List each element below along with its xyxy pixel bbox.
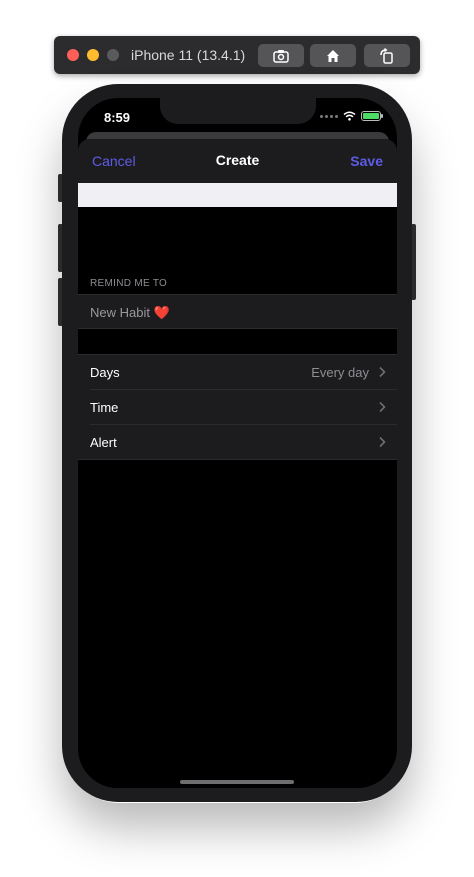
close-window-button[interactable] xyxy=(67,49,79,61)
chevron-right-icon xyxy=(379,366,386,378)
camera-icon xyxy=(273,49,289,63)
habit-name-group xyxy=(78,294,397,329)
phone-screen: 8:59 Cancel Create Save REMIND ME TO Day… xyxy=(78,98,397,788)
home-indicator[interactable] xyxy=(180,780,294,784)
habit-name-field[interactable] xyxy=(90,303,380,323)
days-label: Days xyxy=(90,365,120,380)
time-row[interactable]: Time xyxy=(78,390,397,425)
alert-row[interactable]: Alert xyxy=(78,425,397,460)
rotate-icon xyxy=(380,47,393,64)
chevron-right-icon xyxy=(379,436,386,448)
days-value: Every day xyxy=(311,365,369,380)
wifi-icon xyxy=(343,111,356,121)
remind-section-header: REMIND ME TO xyxy=(90,278,168,289)
battery-icon xyxy=(361,111,383,121)
home-button[interactable] xyxy=(310,44,356,67)
nav-title: Create xyxy=(215,152,260,168)
status-indicators xyxy=(320,111,383,121)
status-time: 8:59 xyxy=(104,110,131,125)
chevron-right-icon xyxy=(379,401,386,413)
home-icon xyxy=(327,49,339,62)
time-label: Time xyxy=(90,400,119,415)
rotate-button[interactable] xyxy=(364,44,410,67)
schedule-settings-group: Days Every day Time Alert xyxy=(78,354,397,460)
screenshot-button[interactable] xyxy=(258,44,304,67)
save-button[interactable]: Save xyxy=(350,153,383,169)
simulator-toolbar: iPhone 11 (13.4.1) xyxy=(54,36,420,74)
create-sheet: Cancel Create Save REMIND ME TO Days Eve… xyxy=(78,139,397,788)
zoom-window-button[interactable] xyxy=(107,49,119,61)
days-row[interactable]: Days Every day xyxy=(78,355,397,390)
navigation-bar: Cancel Create Save xyxy=(78,139,397,183)
simulator-title: iPhone 11 (13.4.1) xyxy=(131,47,246,63)
alert-label: Alert xyxy=(90,435,117,450)
notch xyxy=(160,98,316,124)
minimize-window-button[interactable] xyxy=(87,49,99,61)
signal-icon xyxy=(320,114,338,118)
header-strip xyxy=(78,183,397,207)
